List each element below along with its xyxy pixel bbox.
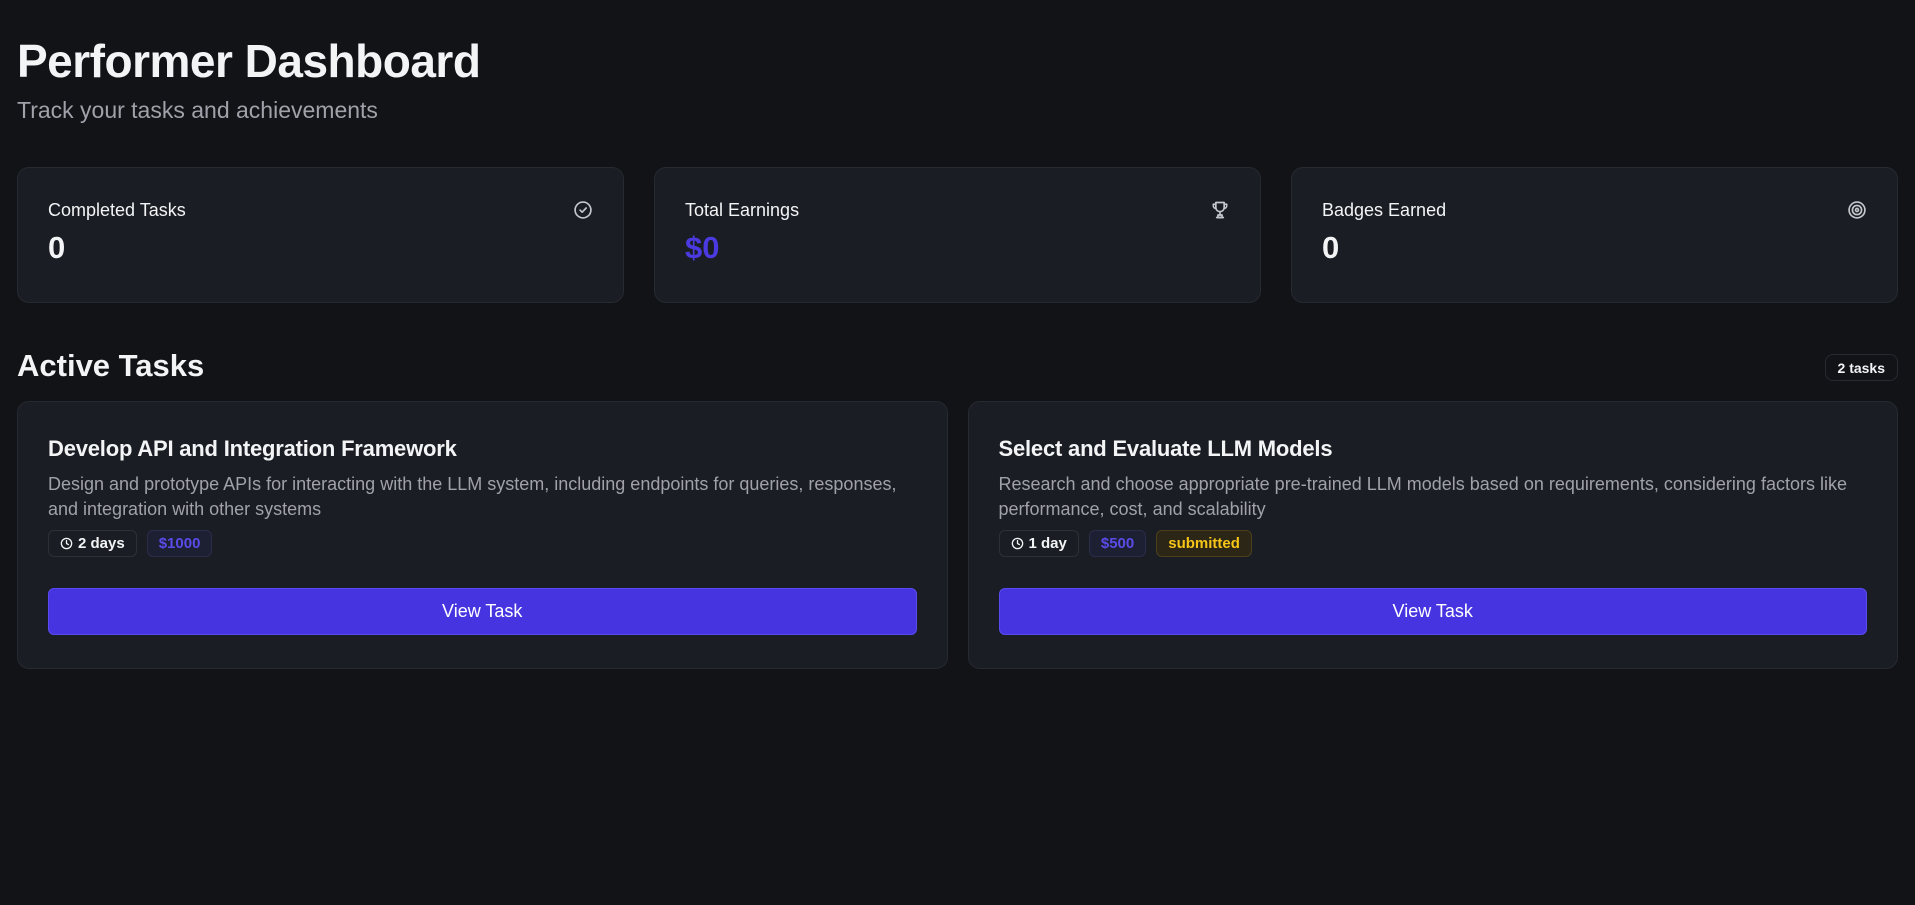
reward-badge: $1000 xyxy=(146,530,213,557)
task-tags: 2 days $1000 xyxy=(48,530,917,557)
trophy-icon xyxy=(1210,200,1230,220)
stats-row: Completed Tasks 0 Total Earnings $0 Badg… xyxy=(17,167,1898,303)
view-task-button[interactable]: View Task xyxy=(48,588,917,635)
stat-label: Total Earnings xyxy=(685,200,800,220)
task-description: Research and choose appropriate pre-trai… xyxy=(998,474,1847,519)
duration-badge: 1 day xyxy=(998,530,1079,557)
stat-card-total-earnings: Total Earnings $0 xyxy=(654,167,1261,303)
clock-icon xyxy=(1011,537,1023,550)
target-icon xyxy=(1847,200,1867,220)
duration-badge: 2 days xyxy=(48,530,137,557)
stat-value: 0 xyxy=(48,230,66,265)
stat-card-completed-tasks: Completed Tasks 0 xyxy=(17,167,624,303)
page-title: Performer Dashboard xyxy=(17,35,481,87)
task-list: Develop API and Integration Framework De… xyxy=(17,401,1898,669)
duration-text: 2 days xyxy=(78,535,125,552)
stat-card-badges-earned: Badges Earned 0 xyxy=(1291,167,1898,303)
task-description: Design and prototype APIs for interactin… xyxy=(48,474,897,519)
dashboard-page: Performer Dashboard Track your tasks and… xyxy=(0,0,1915,905)
stat-label: Completed Tasks xyxy=(48,200,186,220)
task-count-badge: 2 tasks xyxy=(1824,354,1898,381)
task-title: Develop API and Integration Framework xyxy=(48,436,457,461)
view-task-button[interactable]: View Task xyxy=(998,588,1867,635)
page-subtitle: Track your tasks and achievements xyxy=(17,97,378,123)
active-tasks-header: Active Tasks 2 tasks xyxy=(17,345,1898,387)
task-title: Select and Evaluate LLM Models xyxy=(998,436,1333,461)
task-card: Develop API and Integration Framework De… xyxy=(17,401,948,669)
reward-badge: $500 xyxy=(1088,530,1147,557)
status-badge: submitted xyxy=(1156,530,1252,557)
check-circle-icon xyxy=(573,200,593,220)
duration-text: 1 day xyxy=(1028,535,1067,552)
task-card: Select and Evaluate LLM Models Research … xyxy=(967,401,1898,669)
stat-value: $0 xyxy=(685,230,720,265)
section-title: Active Tasks xyxy=(17,348,205,383)
task-tags: 1 day $500 submitted xyxy=(998,530,1868,557)
stat-value: 0 xyxy=(1322,230,1340,265)
clock-icon xyxy=(60,537,73,550)
stat-label: Badges Earned xyxy=(1322,200,1447,220)
